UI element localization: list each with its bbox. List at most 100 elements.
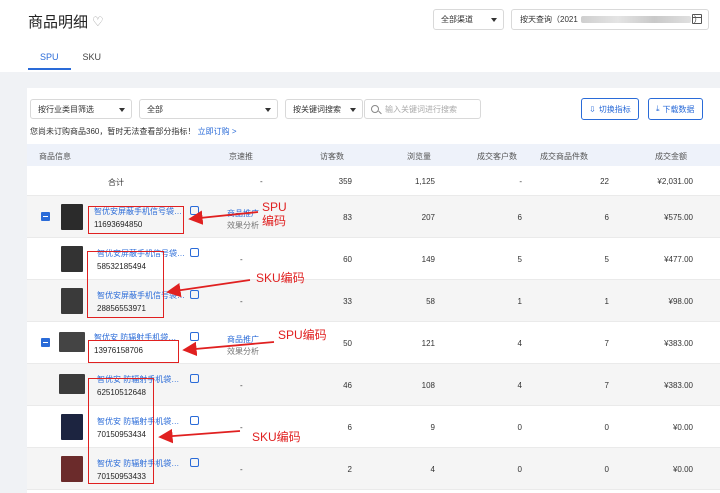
visitors-value: 60 — [343, 255, 352, 264]
chart-icon[interactable] — [190, 374, 199, 383]
annotation-box-spu-2 — [88, 340, 179, 363]
total-items: 22 — [600, 177, 609, 186]
views-value: 58 — [426, 297, 435, 306]
annotation-label-spu-2: SPU编码 — [278, 328, 327, 342]
heart-icon[interactable]: ♡ — [92, 14, 104, 30]
effect-analysis-link[interactable]: 效果分析 — [227, 220, 259, 231]
jst-value: - — [240, 423, 243, 432]
caret-down-icon — [265, 108, 271, 112]
collapse-toggle[interactable] — [41, 338, 50, 347]
items-value: 1 — [604, 297, 609, 306]
industry-select-value: 按行业类目筛选 — [38, 104, 94, 114]
col-amount[interactable]: 成交金额 — [655, 151, 687, 162]
annotation-label-spu-1-line1: SPU — [262, 200, 287, 214]
chart-icon[interactable] — [190, 248, 199, 257]
product-thumbnail — [61, 414, 83, 440]
customers-value: 6 — [517, 213, 522, 222]
jst-value: - — [240, 465, 243, 474]
visitors-value: 46 — [343, 381, 352, 390]
caret-down-icon — [350, 108, 356, 112]
product-thumbnail — [59, 374, 85, 394]
search-input[interactable]: 输入关键词进行搜索 — [364, 99, 481, 119]
jst-value: - — [240, 297, 243, 306]
caret-down-icon — [119, 108, 125, 112]
filter-icon: ⇩ — [589, 104, 596, 114]
caret-down-icon — [491, 18, 497, 22]
category-select[interactable]: 全部 — [139, 99, 278, 119]
download-button[interactable]: ⤓ 下载数据 — [648, 98, 703, 120]
customers-value: 5 — [517, 255, 522, 264]
col-customers[interactable]: 成交客户数 — [477, 151, 517, 162]
col-views[interactable]: 浏览量 — [407, 151, 431, 162]
amount-value: ¥0.00 — [672, 423, 693, 432]
total-views: 1,125 — [414, 177, 435, 186]
switch-metrics-label: 切换指标 — [598, 104, 631, 114]
items-value: 5 — [604, 255, 609, 264]
date-range-select[interactable]: 按天查询（2021 ） — [511, 9, 709, 30]
chart-icon[interactable] — [190, 206, 199, 215]
chart-icon[interactable] — [190, 416, 199, 425]
tab-spu[interactable]: SPU — [28, 46, 71, 70]
amount-value: ¥383.00 — [664, 339, 693, 348]
col-items[interactable]: 成交商品件数 — [540, 151, 588, 162]
channel-select[interactable]: 全部渠道 — [433, 9, 504, 30]
views-value: 108 — [421, 381, 435, 390]
collapse-toggle[interactable] — [41, 212, 50, 221]
amount-value: ¥477.00 — [664, 255, 693, 264]
total-label: 合计 — [108, 178, 124, 187]
customers-value: 0 — [517, 423, 522, 432]
chart-icon[interactable] — [190, 290, 199, 299]
category-select-value: 全部 — [147, 104, 163, 114]
annotation-box-sku-2 — [88, 378, 154, 484]
switch-metrics-button[interactable]: ⇩ 切换指标 — [581, 98, 639, 120]
chart-icon[interactable] — [190, 332, 199, 341]
items-value: 7 — [604, 381, 609, 390]
annotation-box-spu-1 — [88, 206, 184, 234]
product-thumbnail — [61, 456, 83, 482]
visitors-value: 83 — [343, 213, 352, 222]
industry-select[interactable]: 按行业类目筛选 — [30, 99, 132, 119]
tab-sku[interactable]: SKU — [71, 46, 114, 70]
table-header: 商品信息 京速推 访客数 浏览量 成交客户数 成交商品件数 成交金额 — [27, 144, 720, 166]
items-value: 6 — [604, 213, 609, 222]
product-thumbnail — [61, 246, 83, 272]
page-title: 商品明细 ♡ — [28, 11, 104, 32]
amount-value: ¥98.00 — [668, 297, 693, 306]
channel-select-value: 全部渠道 — [441, 15, 473, 24]
visitors-value: 33 — [343, 297, 352, 306]
total-customers: - — [519, 177, 522, 186]
col-product-info: 商品信息 — [39, 152, 71, 161]
promo-link[interactable]: 商品推广 — [227, 208, 259, 219]
download-label: 下载数据 — [662, 104, 695, 114]
jst-value: - — [240, 381, 243, 390]
keyword-mode-select[interactable]: 按关键词搜索 — [285, 99, 363, 119]
date-range-label: 按天查询（2021 — [520, 15, 578, 24]
page-title-text: 商品明细 — [28, 14, 89, 31]
promo-link[interactable]: 商品推广 — [227, 334, 259, 345]
download-icon: ⤓ — [656, 104, 660, 113]
jst-value: - — [240, 255, 243, 264]
visitors-value: 2 — [347, 465, 352, 474]
effect-analysis-link[interactable]: 效果分析 — [227, 346, 259, 357]
tab-bar: SPU SKU — [28, 46, 113, 70]
amount-value: ¥575.00 — [664, 213, 693, 222]
col-visitors[interactable]: 访客数 — [320, 151, 344, 162]
views-value: 207 — [421, 213, 435, 222]
items-value: 7 — [604, 339, 609, 348]
calendar-icon[interactable] — [692, 14, 702, 24]
search-placeholder: 输入关键词进行搜索 — [385, 104, 457, 114]
chart-icon[interactable] — [190, 458, 199, 467]
product-thumbnail — [59, 332, 85, 352]
col-jst: 京速推 — [229, 152, 253, 161]
customers-value: 1 — [517, 297, 522, 306]
views-value: 4 — [430, 465, 435, 474]
annotation-label-spu-1: SPU 编码 — [262, 200, 287, 228]
total-visitors: 359 — [338, 177, 352, 186]
amount-value: ¥0.00 — [672, 465, 693, 474]
subscribe-link[interactable]: 立即订购 > — [198, 127, 237, 136]
items-value: 0 — [604, 423, 609, 432]
annotation-label-spu-1-line2: 编码 — [262, 214, 287, 228]
annotation-label-sku-2: SKU编码 — [252, 430, 301, 444]
redacted-date — [580, 16, 691, 23]
views-value: 121 — [421, 339, 435, 348]
